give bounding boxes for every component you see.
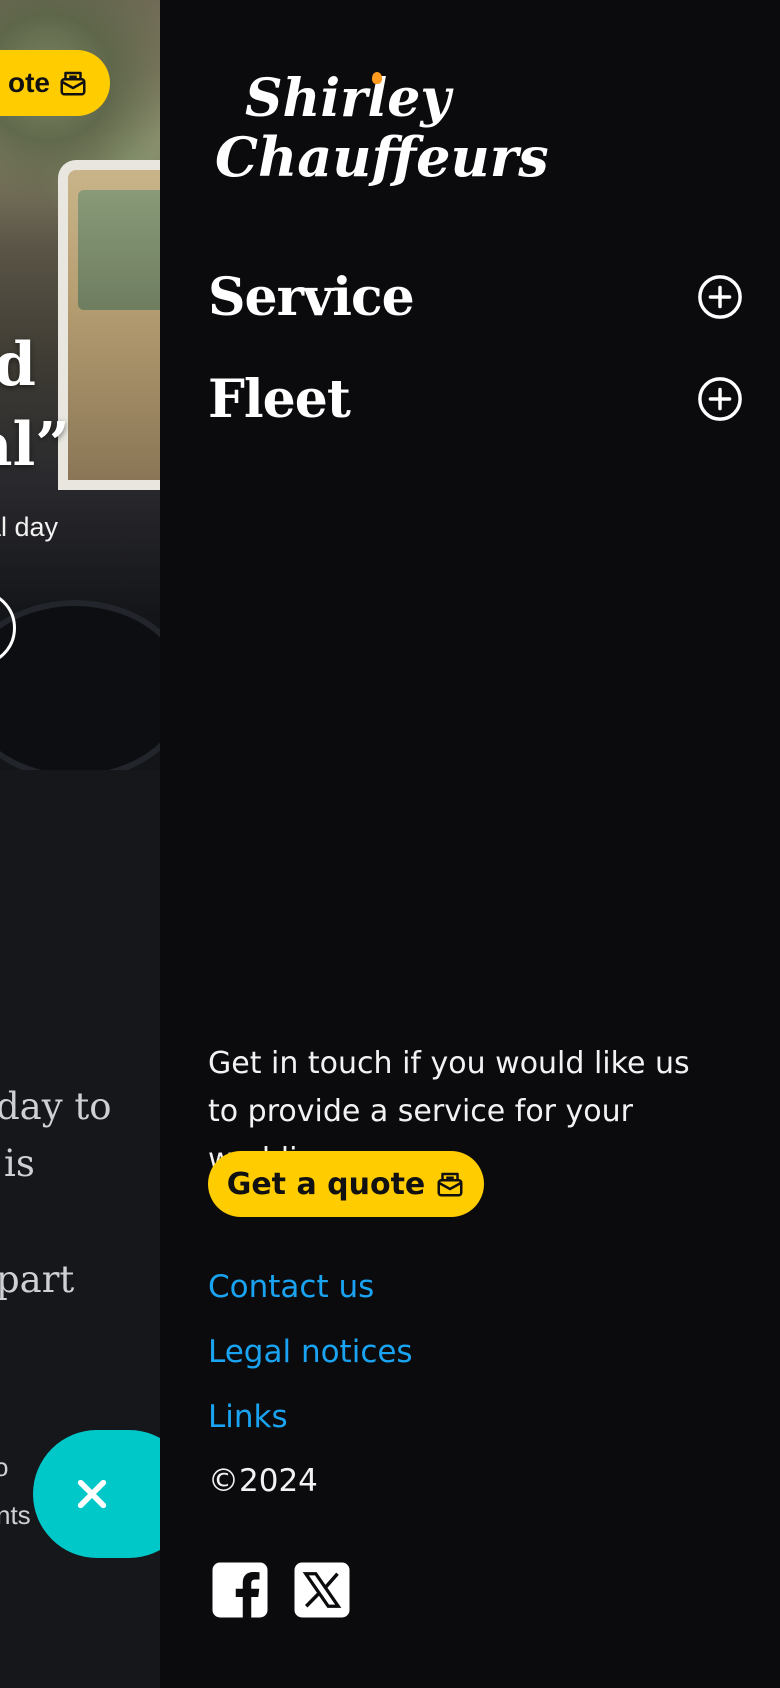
plus-circle-icon[interactable] [697,376,743,422]
hero-quote-label: ote [8,67,50,98]
copyright: ©2024 [208,1463,318,1499]
mail-envelope-icon [437,1172,463,1197]
facebook-link[interactable] [210,1560,270,1620]
nav-item-label: Fleet [208,368,351,430]
x-twitter-icon [294,1562,350,1618]
x-twitter-link[interactable] [292,1560,352,1620]
body-small-text: o [0,1452,9,1482]
get-a-quote-label: Get a quote [226,1166,426,1202]
hero-quote-button[interactable]: ote [0,50,110,116]
facebook-icon [212,1562,268,1618]
hero-subtext: al day [0,512,59,542]
navigation-drawer: Shirley Chauffeurs Service Fleet Get in … [160,0,780,1688]
body-small-text: nts [0,1500,31,1530]
links-link[interactable]: Links [208,1399,288,1435]
nav-item-label: Service [208,266,415,328]
get-a-quote-button[interactable]: Get a quote [208,1151,484,1217]
hero-heading: d nal” [0,330,70,480]
close-icon [77,1479,107,1509]
contact-us-link[interactable]: Contact us [208,1269,374,1305]
body-text-line: day to [0,1085,112,1128]
mail-envelope-icon [60,71,86,96]
plus-circle-icon[interactable] [697,274,743,320]
logo[interactable]: Shirley Chauffeurs [215,70,549,187]
body-text-line: is [4,1142,35,1185]
legal-notices-link[interactable]: Legal notices [208,1334,413,1370]
nav-item-fleet[interactable]: Fleet [208,364,743,434]
nav-item-service[interactable]: Service [208,262,743,332]
body-text-line: part [0,1258,75,1301]
logo-accent [372,72,382,84]
